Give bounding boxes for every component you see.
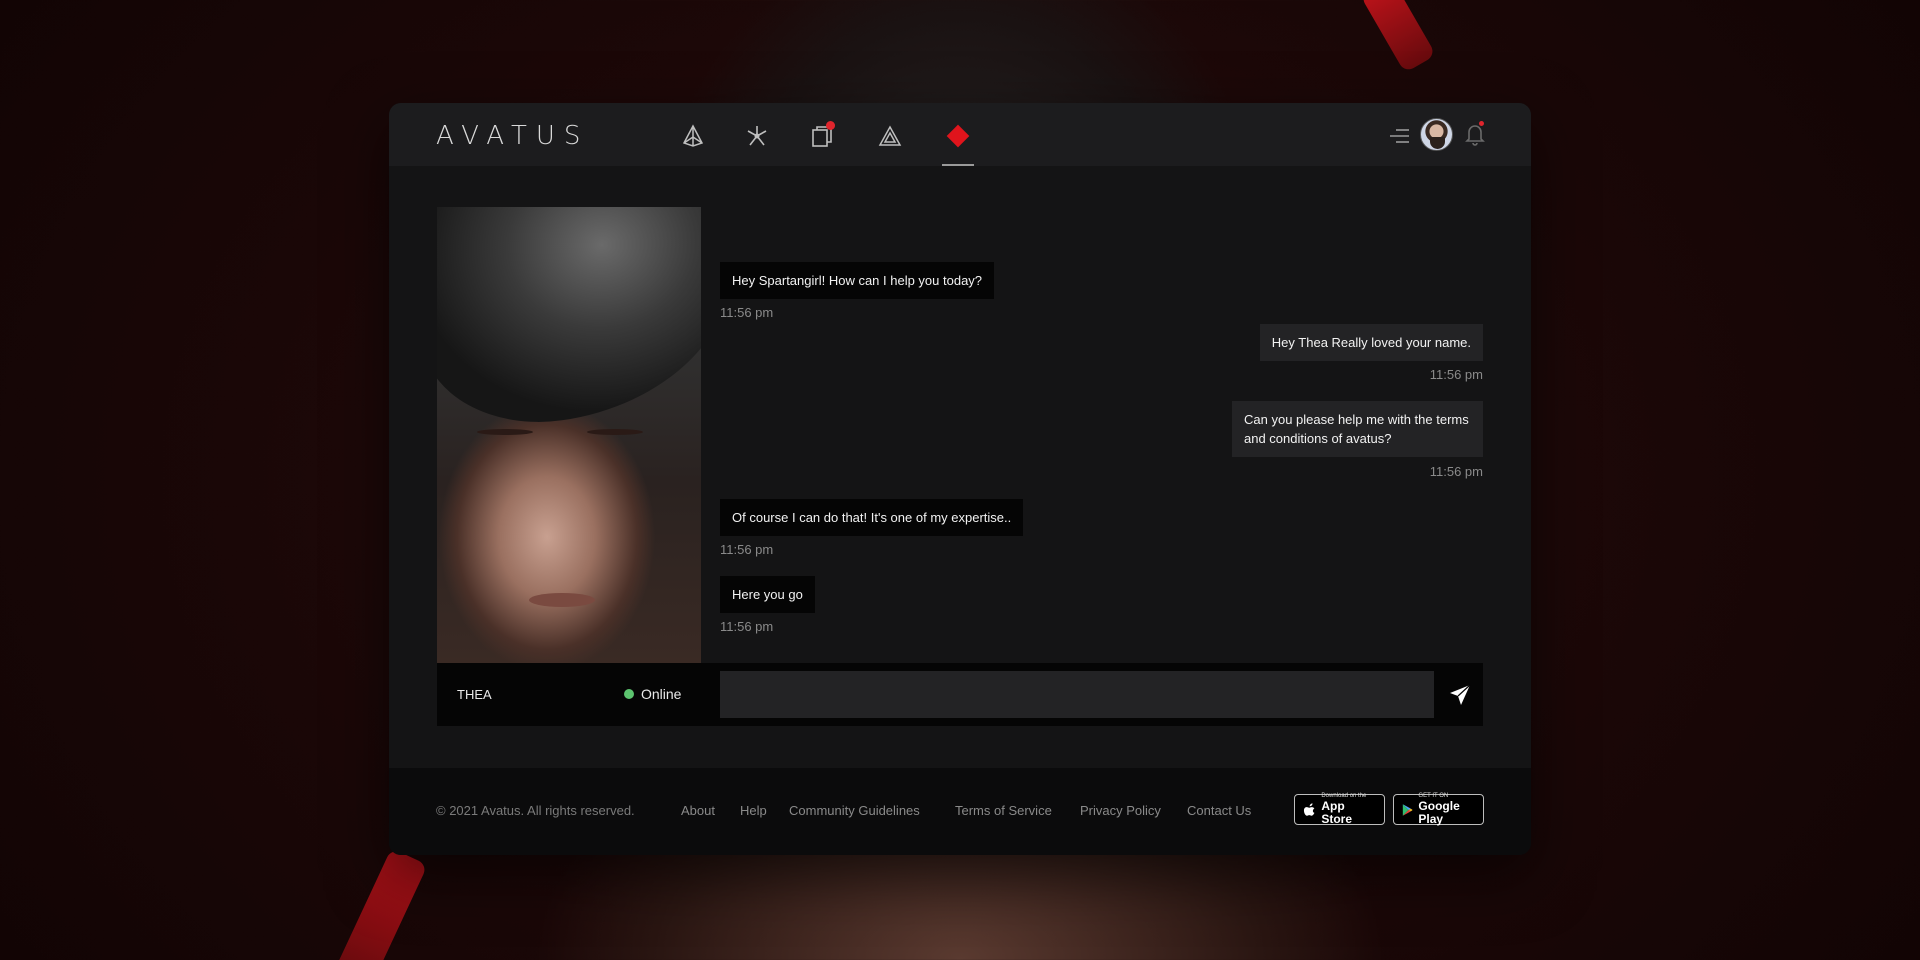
app-store-label: App Store xyxy=(1321,799,1353,826)
message-timestamp: 11:56 pm xyxy=(720,619,774,634)
message-bubble: Can you please help me with the terms an… xyxy=(1232,401,1483,457)
notification-badge xyxy=(826,121,835,130)
google-play-icon xyxy=(1402,803,1413,816)
apple-icon xyxy=(1303,802,1315,816)
send-icon xyxy=(1450,684,1471,705)
background-decoration xyxy=(332,848,428,960)
status-label: Online xyxy=(641,686,682,702)
notification-dot xyxy=(1479,121,1484,126)
message-timestamp: 11:56 pm xyxy=(1429,464,1483,479)
app-window: AVATUS Hey Spartangirl! How can I help y… xyxy=(389,103,1531,855)
nav-stack-cards-icon[interactable] xyxy=(807,121,837,151)
contact-name: THEA xyxy=(457,687,492,702)
active-tab-indicator xyxy=(942,164,974,166)
footer-link-about[interactable]: About xyxy=(681,803,715,818)
message-bubble: Hey Thea Really loved your name. xyxy=(1259,324,1483,361)
avatar-portrait-image xyxy=(437,207,701,665)
nav-network-icon[interactable] xyxy=(742,121,772,151)
user-avatar[interactable] xyxy=(1420,118,1453,151)
nav-pyramid-icon[interactable] xyxy=(678,121,708,151)
status-indicator: Online xyxy=(624,686,681,702)
footer-link-community-guidelines[interactable]: Community Guidelines xyxy=(789,803,920,818)
message-timestamp: 11:56 pm xyxy=(1429,367,1483,382)
footer-link-privacy[interactable]: Privacy Policy xyxy=(1080,803,1161,818)
message-bubble: Of course I can do that! It's one of my … xyxy=(720,499,1024,536)
chat-area: Hey Spartangirl! How can I help you toda… xyxy=(437,207,1483,727)
footer: © 2021 Avatus. All rights reserved. Abou… xyxy=(389,768,1531,855)
top-navigation-bar: AVATUS xyxy=(389,103,1531,166)
logo[interactable]: AVATUS xyxy=(436,121,589,151)
google-play-label: Google Play xyxy=(1418,799,1460,826)
app-store-button[interactable]: Download on the App Store xyxy=(1294,793,1385,826)
footer-link-help[interactable]: Help xyxy=(740,803,767,818)
google-play-button[interactable]: GET IT ON Google Play xyxy=(1393,793,1484,826)
nav-red-diamond-icon[interactable] xyxy=(943,121,973,151)
message-timestamp: 11:56 pm xyxy=(720,542,774,557)
nav-triangle-icon[interactable] xyxy=(875,121,905,151)
message-bubble: Here you go xyxy=(720,576,815,613)
message-input[interactable] xyxy=(720,671,1434,718)
menu-lines-icon[interactable] xyxy=(1388,127,1410,145)
background-decoration xyxy=(1359,0,1437,73)
send-button[interactable] xyxy=(1448,683,1472,707)
online-status-dot xyxy=(624,689,634,699)
copyright-text: © 2021 Avatus. All rights reserved. xyxy=(436,803,635,818)
footer-link-terms[interactable]: Terms of Service xyxy=(955,803,1052,818)
footer-link-contact[interactable]: Contact Us xyxy=(1187,803,1251,818)
message-bubble: Hey Spartangirl! How can I help you toda… xyxy=(720,262,995,299)
message-list: Hey Spartangirl! How can I help you toda… xyxy=(720,207,1483,665)
message-timestamp: 11:56 pm xyxy=(720,305,774,320)
message-composer: THEA Online xyxy=(437,663,1483,726)
